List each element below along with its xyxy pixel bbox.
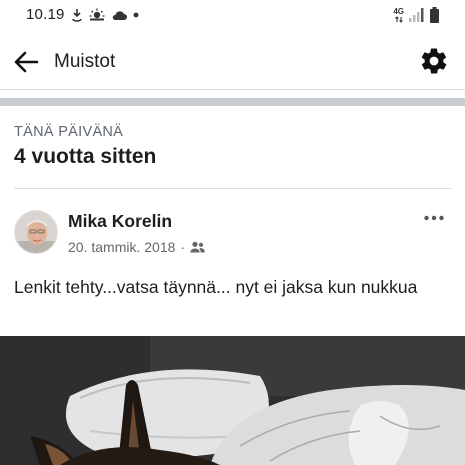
dot-icon	[133, 12, 139, 18]
status-time: 10.19	[26, 6, 65, 23]
cloud-icon	[112, 11, 127, 20]
memory-heading: 4 vuotta sitten	[14, 145, 157, 168]
post-date[interactable]: 20. tammik. 2018	[68, 239, 175, 255]
weather-sunrise-icon	[89, 8, 105, 21]
network-4g-icon: 4G	[393, 7, 404, 23]
section-divider	[0, 98, 465, 106]
page-title: Muistot	[54, 51, 116, 72]
avatar[interactable]	[14, 210, 58, 254]
status-system-icons: 4G	[393, 6, 439, 24]
more-options-button[interactable]	[423, 210, 445, 226]
status-bar: 10.19 4G	[0, 0, 465, 32]
post-meta: 20. tammik. 2018 ·	[68, 238, 205, 256]
arrow-left-icon	[14, 51, 39, 73]
post-photo[interactable]	[0, 336, 465, 465]
download-icon	[72, 9, 82, 22]
battery-icon	[430, 7, 439, 23]
divider	[14, 188, 451, 189]
settings-button[interactable]	[419, 46, 449, 76]
post-text: Lenkit tehty...vatsa täynnä... nyt ei ja…	[14, 277, 418, 297]
app-bar: Muistot	[0, 32, 465, 90]
section-label: TÄNÄ PÄIVÄNÄ	[14, 124, 124, 140]
status-notification-icons	[71, 8, 139, 22]
gear-icon	[421, 48, 447, 74]
back-button[interactable]	[12, 48, 40, 76]
post-author[interactable]: Mika Korelin	[68, 211, 172, 232]
profile-photo	[15, 211, 57, 253]
dog-in-bed-image	[0, 336, 465, 465]
friends-icon[interactable]	[190, 241, 205, 253]
meta-separator: ·	[180, 239, 186, 255]
more-horizontal-icon	[424, 215, 444, 221]
signal-icon	[409, 8, 424, 22]
